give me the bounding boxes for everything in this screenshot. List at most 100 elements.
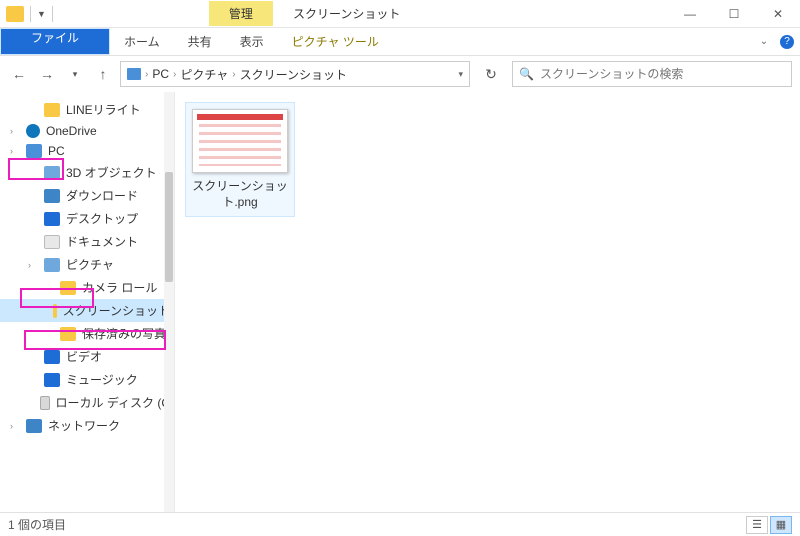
tree-item-label: ビデオ	[66, 348, 102, 365]
disk-icon	[40, 396, 50, 410]
tree-item-label: スクリーンショット	[63, 302, 170, 319]
tree-item-label: OneDrive	[46, 124, 97, 138]
search-box[interactable]: 🔍	[512, 61, 792, 87]
close-button[interactable]: ✕	[756, 0, 800, 28]
chevron-right-icon: ›	[232, 69, 235, 80]
tree-item[interactable]: カメラ ロール	[0, 276, 174, 299]
tree-item-label: ローカル ディスク (C	[56, 394, 171, 411]
doc-icon	[44, 235, 60, 249]
tree-item[interactable]: デスクトップ	[0, 207, 174, 230]
help-button[interactable]: ?	[774, 28, 800, 55]
ribbon-tabs: ファイル ホーム 共有 表示 ピクチャ ツール ⌄ ?	[0, 28, 800, 56]
tab-file[interactable]: ファイル	[0, 28, 110, 55]
pc-icon	[26, 144, 42, 158]
tree-item-label: ミュージック	[66, 371, 138, 388]
chevron-right-icon: ›	[173, 69, 176, 80]
file-name: スクリーンショット.png	[192, 179, 288, 210]
chevron-right-icon: ›	[145, 69, 148, 80]
tree-item[interactable]: スクリーンショット	[0, 299, 174, 322]
tab-share[interactable]: 共有	[174, 28, 226, 55]
chevron-icon[interactable]: ›	[28, 260, 38, 270]
body: LINEリライト › OneDrive › PC3D オブジェクトダウンロードデスクトッ…	[0, 92, 800, 512]
breadcrumb-screenshots[interactable]: スクリーンショット	[240, 66, 347, 83]
tree-item[interactable]: ビデオ	[0, 345, 174, 368]
scrollbar-thumb[interactable]	[165, 172, 173, 282]
tree-item[interactable]: ミュージック	[0, 368, 174, 391]
file-item[interactable]: スクリーンショット.png	[185, 102, 295, 217]
back-button[interactable]: ←	[8, 63, 30, 85]
tree-item-label: カメラ ロール	[82, 279, 157, 296]
view-details-button[interactable]: ☰	[746, 516, 768, 534]
window-title: スクリーンショット	[293, 5, 400, 22]
breadcrumb-pictures[interactable]: ピクチャ	[180, 66, 228, 83]
quick-access-toolbar: ▼	[0, 6, 59, 22]
search-input[interactable]	[540, 67, 785, 81]
maximize-button[interactable]: ☐	[712, 0, 756, 28]
tab-home[interactable]: ホーム	[110, 28, 174, 55]
pic-icon	[44, 258, 60, 272]
address-bar[interactable]: › PC › ピクチャ › スクリーンショット ▾	[120, 61, 470, 87]
tree-item-label: ダウンロード	[66, 187, 138, 204]
chevron-icon[interactable]: ›	[10, 126, 20, 136]
tree-item[interactable]: › ピクチャ	[0, 253, 174, 276]
folder-icon	[44, 103, 60, 117]
dl-icon	[44, 189, 60, 203]
tree-item-label: 保存済みの写真	[82, 325, 166, 342]
separator	[30, 6, 31, 22]
tree-item-label: 3D オブジェクト	[66, 164, 157, 181]
file-thumbnail	[192, 109, 288, 173]
tree-item-label: PC	[48, 144, 65, 158]
folder-icon	[53, 304, 57, 318]
qat-dropdown-icon[interactable]: ▼	[37, 9, 46, 19]
tree-item[interactable]: ドキュメント	[0, 230, 174, 253]
navigation-tree[interactable]: LINEリライト › OneDrive › PC3D オブジェクトダウンロードデスクトッ…	[0, 92, 175, 512]
recent-dropdown-icon[interactable]: ▾	[64, 63, 86, 85]
tree-item[interactable]: ダウンロード	[0, 184, 174, 207]
tree-item[interactable]: › ネットワーク	[0, 414, 174, 437]
tree-item[interactable]: LINEリライト	[0, 98, 174, 121]
status-bar: 1 個の項目 ☰ ▦	[0, 512, 800, 536]
minimize-button[interactable]: —	[668, 0, 712, 28]
tree-item-label: ドキュメント	[66, 233, 138, 250]
help-icon: ?	[780, 35, 794, 49]
scrollbar-track[interactable]	[164, 92, 174, 512]
separator	[52, 6, 53, 22]
navigation-row: ← → ▾ ↑ › PC › ピクチャ › スクリーンショット ▾ ↻ 🔍	[0, 56, 800, 92]
up-button[interactable]: ↑	[92, 63, 114, 85]
tree-item[interactable]: ローカル ディスク (C	[0, 391, 174, 414]
tree-item[interactable]: 3D オブジェクト	[0, 161, 174, 184]
tree-item-label: LINEリライト	[66, 101, 141, 118]
mus-icon	[44, 373, 60, 387]
content-pane[interactable]: スクリーンショット.png	[175, 92, 800, 512]
forward-button[interactable]: →	[36, 63, 58, 85]
breadcrumb-pc[interactable]: PC	[152, 67, 169, 81]
status-count: 1 個の項目	[8, 516, 66, 533]
address-dropdown-icon[interactable]: ▾	[458, 69, 463, 80]
view-icons-button[interactable]: ▦	[770, 516, 792, 534]
tree-item[interactable]: › OneDrive	[0, 121, 174, 141]
pc-icon	[127, 68, 141, 80]
onedrive-icon	[26, 124, 40, 138]
desk-icon	[44, 212, 60, 226]
folder-icon	[6, 6, 24, 22]
tab-view[interactable]: 表示	[226, 28, 278, 55]
tree-item-label: デスクトップ	[66, 210, 138, 227]
context-tab-manage[interactable]: 管理	[209, 1, 273, 26]
tree-item[interactable]: › PC	[0, 141, 174, 161]
chevron-icon[interactable]: ›	[10, 146, 20, 156]
obj-icon	[44, 166, 60, 180]
ribbon-expand-icon[interactable]: ⌄	[754, 28, 774, 55]
folder-icon	[60, 327, 76, 341]
net-icon	[26, 419, 42, 433]
view-mode-buttons: ☰ ▦	[746, 516, 792, 534]
tree-item-label: ネットワーク	[48, 417, 120, 434]
vid-icon	[44, 350, 60, 364]
titlebar: ▼ 管理 スクリーンショット — ☐ ✕	[0, 0, 800, 28]
chevron-icon[interactable]: ›	[10, 421, 20, 431]
tree-item-label: ピクチャ	[66, 256, 114, 273]
tab-picture-tools[interactable]: ピクチャ ツール	[278, 28, 393, 55]
search-icon: 🔍	[519, 67, 534, 81]
tree-item[interactable]: 保存済みの写真	[0, 322, 174, 345]
refresh-button[interactable]: ↻	[476, 61, 506, 87]
folder-icon	[60, 281, 76, 295]
